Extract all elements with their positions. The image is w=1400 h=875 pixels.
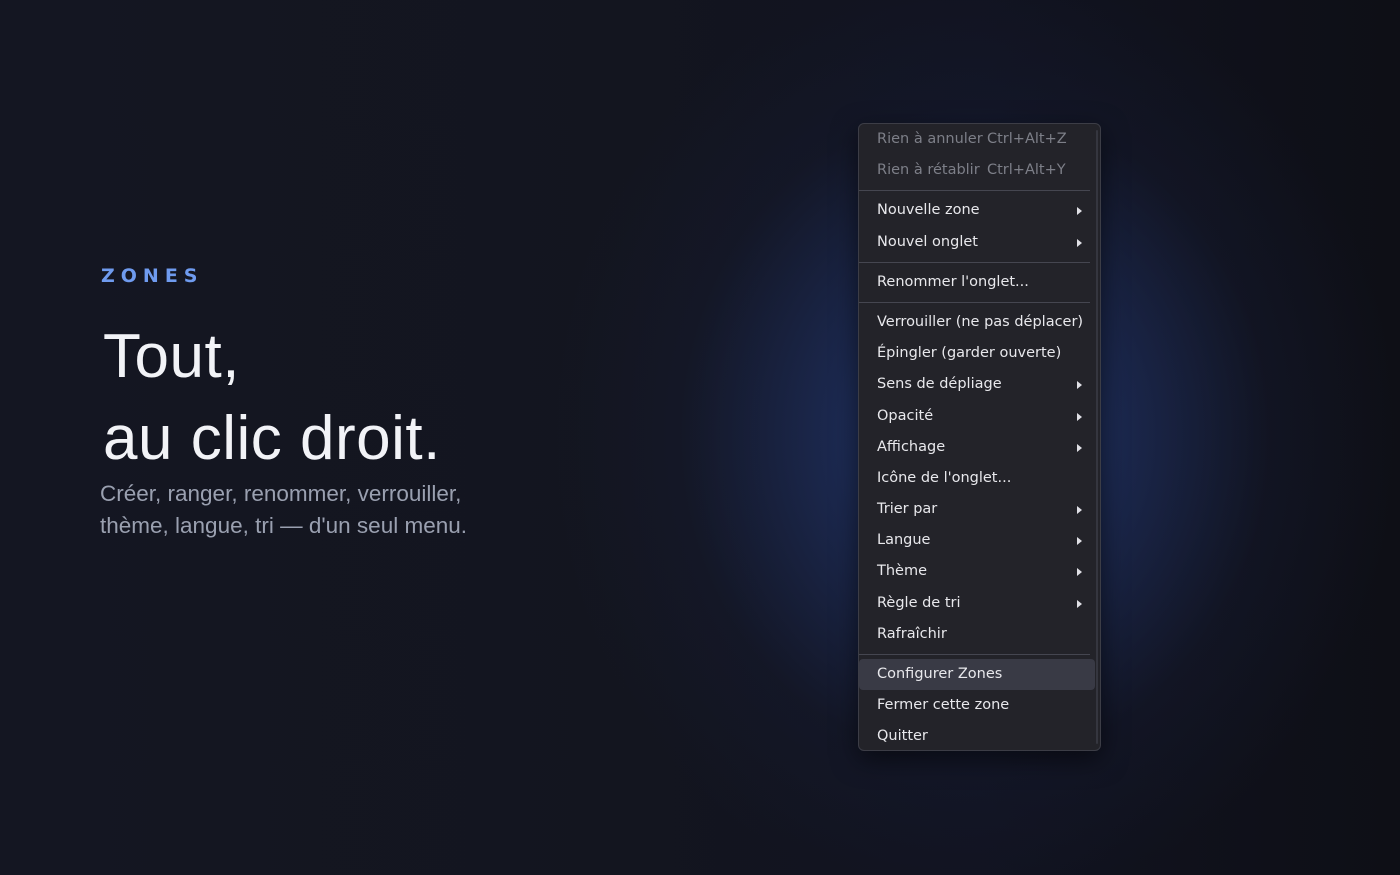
menu-separator [859,190,1090,192]
submenu-arrow-icon [1077,568,1082,577]
eyebrow-label: ZONES [101,265,204,287]
menu-item-label: Thème [877,563,928,580]
menu-item-label: Trier par [877,501,938,518]
submenu-arrow-icon [1077,443,1082,452]
submenu-arrow-icon [1077,207,1082,216]
submenu-arrow-icon [1077,412,1082,421]
menu-item-sort-rule[interactable]: Règle de tri [859,588,1095,619]
menu-item-tab-icon[interactable]: Icône de l'onglet... [859,463,1095,494]
menu-item-label: Quitter [877,728,928,745]
subtitle: Créer, ranger, renommer, verrouiller, th… [100,478,620,542]
menu-separator [859,301,1090,303]
menu-item-label: Rien à rétablir [877,162,980,179]
menu-item-label: Rien à annuler [877,131,983,147]
submenu-arrow-icon [1077,506,1082,515]
menu-item-label: Sens de dépliage [877,376,1002,393]
menu-item-undo[interactable]: Rien à annuler Ctrl+Alt+Z [859,124,1095,155]
menu-item-theme[interactable]: Thème [859,556,1095,587]
menu-item-refresh[interactable]: Rafraîchir [859,619,1095,650]
menu-item-display[interactable]: Affichage [859,432,1095,463]
menu-item-redo[interactable]: Rien à rétablir Ctrl+Alt+Y [859,155,1095,186]
menu-item-label: Langue [877,532,931,549]
menu-separator [859,261,1090,263]
headline-line-2: au clic droit. [103,404,441,473]
menu-item-label: Épingler (garder ouverte) [877,345,1062,362]
hero-section: ZONES Tout, au clic droit. Créer, ranger… [100,262,620,542]
shortcut-label: Ctrl+Alt+Y [987,162,1066,179]
submenu-arrow-icon [1077,537,1082,546]
menu-item-language[interactable]: Langue [859,525,1095,556]
submenu-arrow-icon [1077,381,1082,390]
shortcut-label: Ctrl+Alt+Z [987,131,1067,147]
menu-item-label: Nouvel onglet [877,233,978,250]
menu-item-sort-by[interactable]: Trier par [859,494,1095,525]
headline: Tout, au clic droit. [103,316,620,480]
menu-item-label: Règle de tri [877,594,961,611]
menu-item-label: Nouvelle zone [877,202,980,219]
menu-item-label: Affichage [877,438,946,455]
menu-item-rename-tab[interactable]: Renommer l'onglet... [859,267,1095,298]
menu-item-label: Renommer l'onglet... [877,273,1029,290]
menu-item-label: Fermer cette zone [877,697,1010,714]
menu-item-label: Verrouiller (ne pas déplacer) [877,313,1084,330]
menu-separator [859,654,1090,655]
submenu-arrow-icon [1077,599,1082,608]
menu-item-label: Icône de l'onglet... [877,469,1012,486]
subtitle-line-2: thème, langue, tri — d'un seul menu. [100,513,467,538]
menu-item-lock[interactable]: Verrouiller (ne pas déplacer) [859,307,1095,338]
menu-item-unfold-direction[interactable]: Sens de dépliage [859,369,1095,400]
menu-item-close-zone[interactable]: Fermer cette zone [859,690,1095,721]
menu-item-new-tab[interactable]: Nouvel onglet [859,227,1095,258]
headline-line-1: Tout, [103,322,240,391]
menu-item-label: Rafraîchir [877,625,947,642]
context-menu: Rien à annuler Ctrl+Alt+Z Rien à rétabli… [858,123,1101,751]
subtitle-line-1: Créer, ranger, renommer, verrouiller, [100,481,462,506]
submenu-arrow-icon [1077,238,1082,247]
menu-item-new-zone[interactable]: Nouvelle zone [859,195,1095,226]
menu-scrollbar[interactable] [1096,130,1098,744]
menu-item-quit[interactable]: Quitter [859,721,1095,752]
menu-item-opacity[interactable]: Opacité [859,401,1095,432]
menu-item-label: Opacité [877,407,934,424]
menu-item-label: Configurer Zones [877,666,1003,682]
menu-item-configure[interactable]: Configurer Zones [859,659,1095,691]
menu-item-pin[interactable]: Épingler (garder ouverte) [859,338,1095,369]
